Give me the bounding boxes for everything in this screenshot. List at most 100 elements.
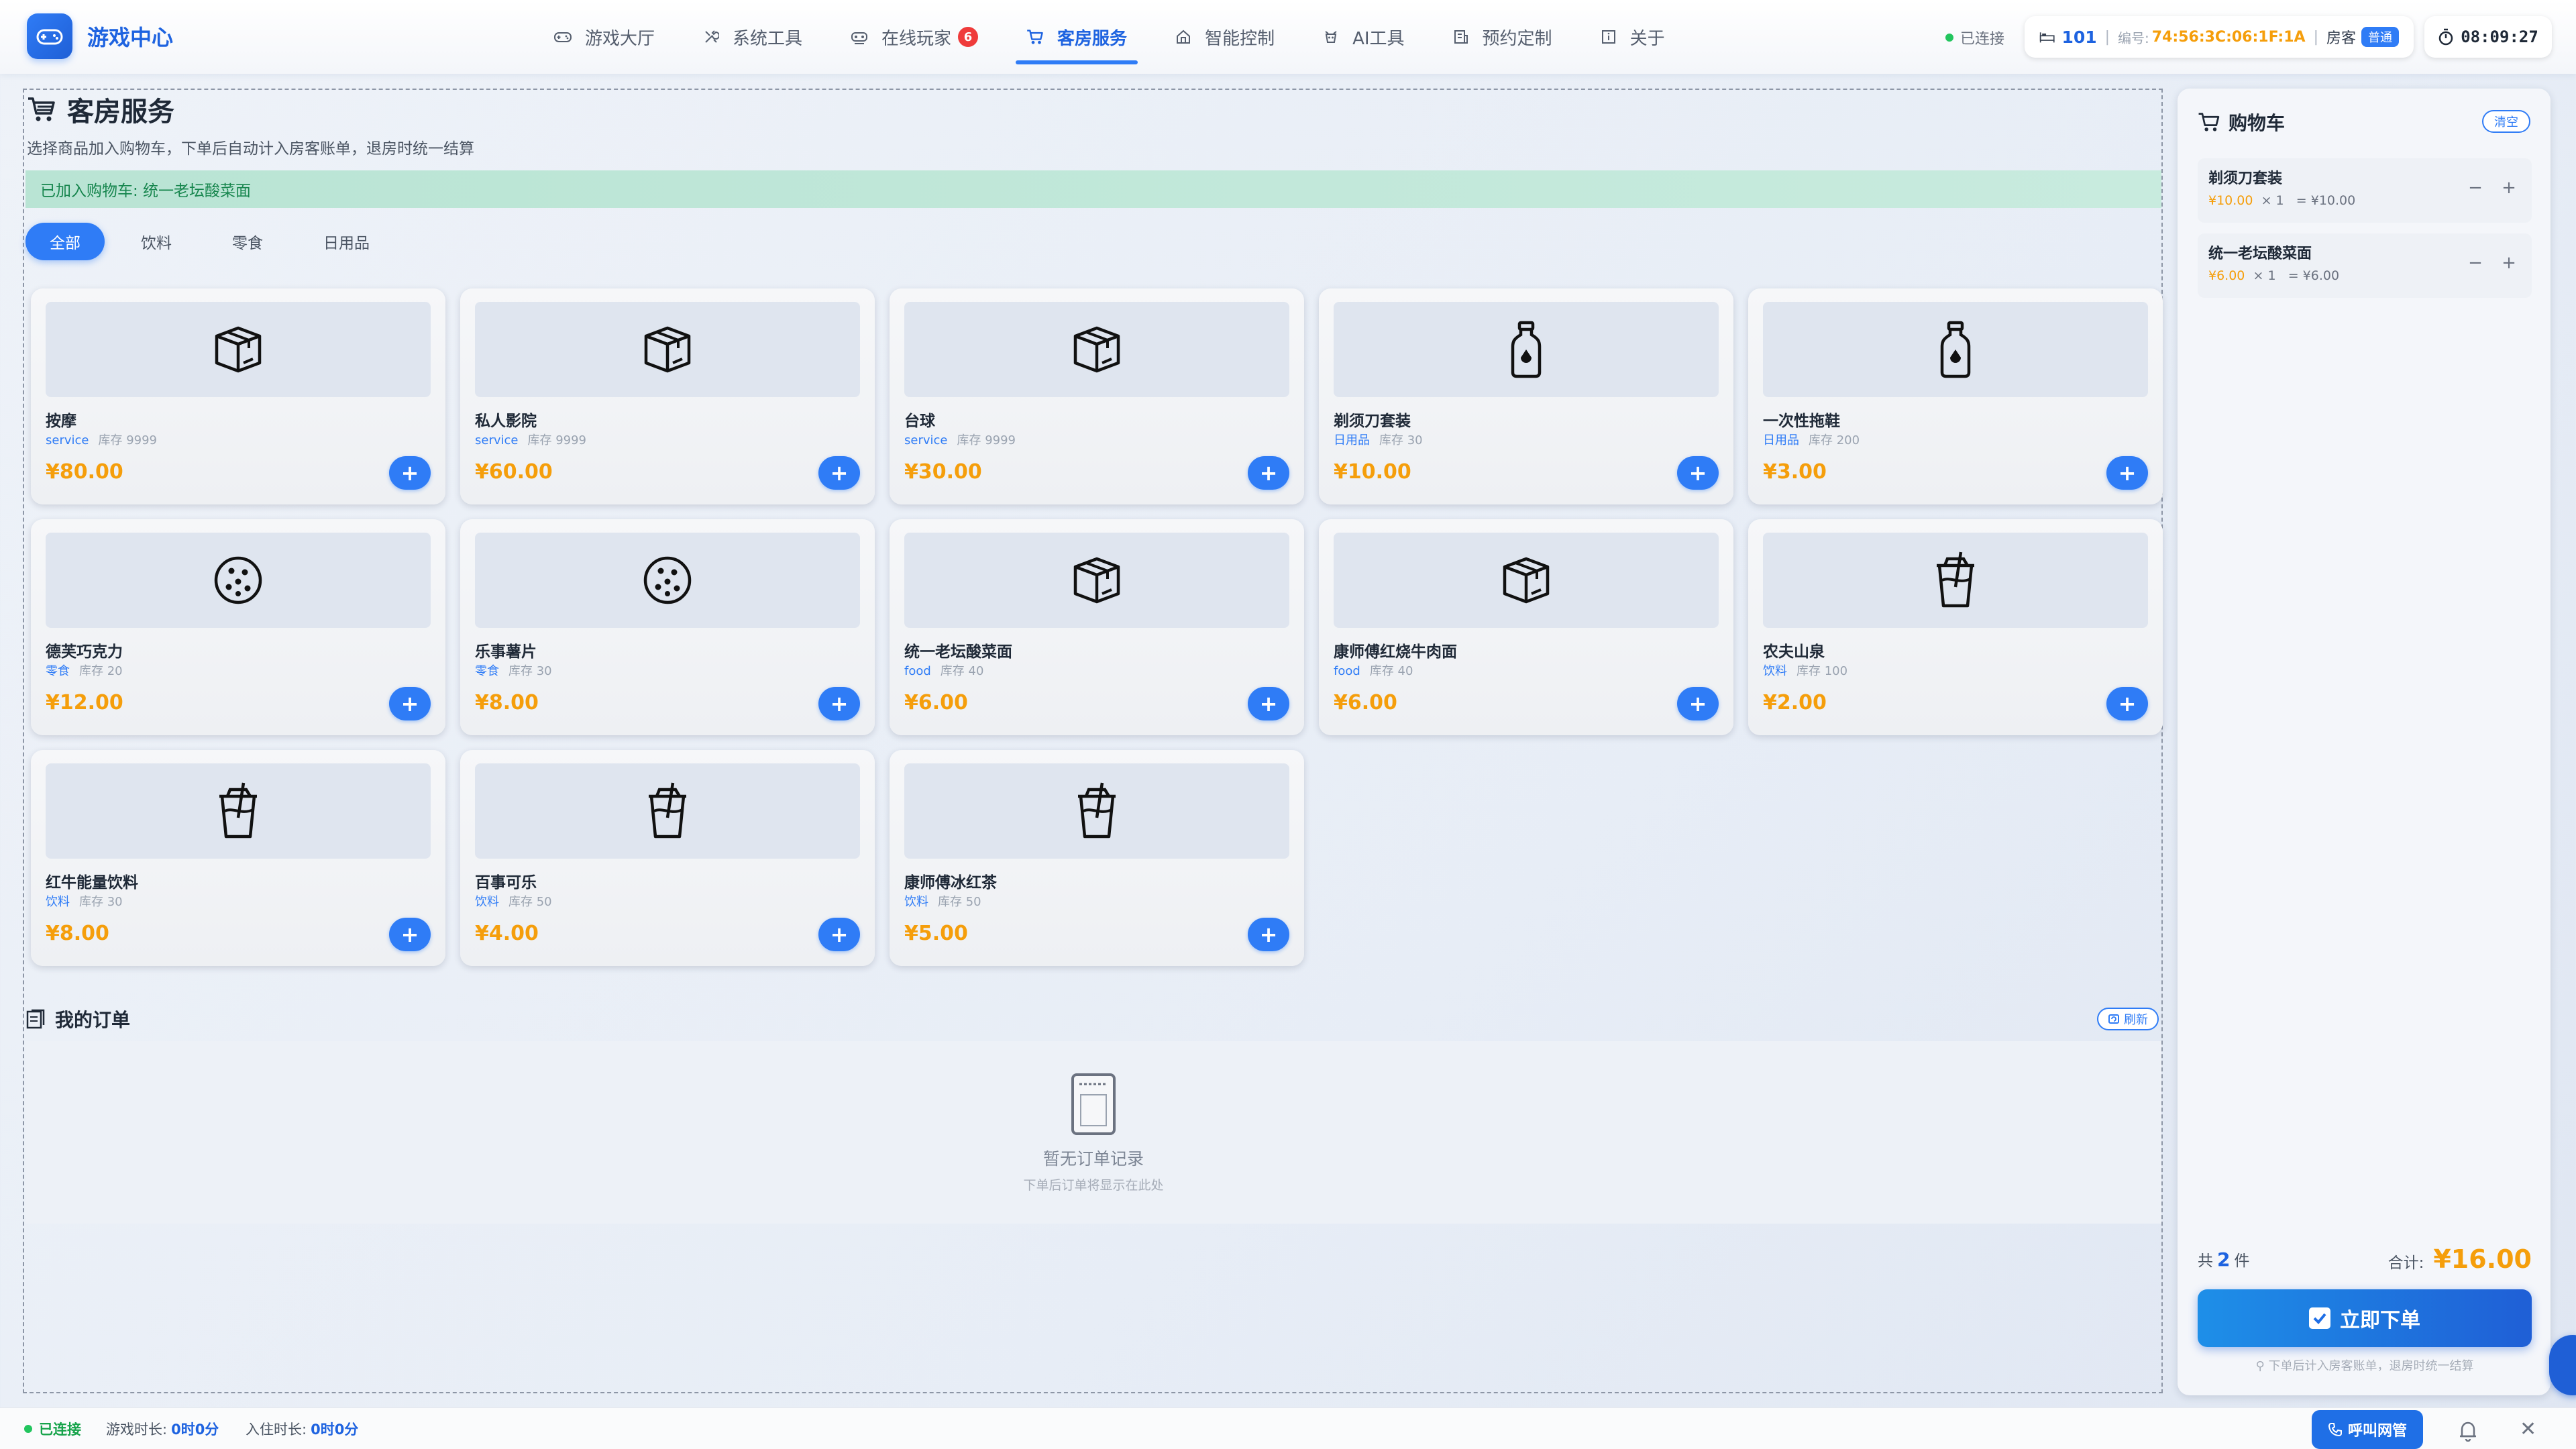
bell-icon[interactable] xyxy=(2458,1420,2478,1442)
product-name: 剃须刀套装 xyxy=(1334,413,1411,430)
product-meta: 饮料 库存 100 xyxy=(1763,661,1847,679)
add-to-cart-button[interactable]: + xyxy=(1248,687,1289,720)
product-stock: 库存 200 xyxy=(1809,433,1860,447)
quantity-stepper: − + xyxy=(2454,176,2521,200)
product-card[interactable]: 按摩 service 库存 9999 ¥80.00 + xyxy=(31,288,445,504)
page-header: 客房服务 选择商品加入购物车，下单后自动计入房客账单，退房时统一结算 xyxy=(27,90,474,158)
add-to-cart-button[interactable]: + xyxy=(1248,918,1289,951)
product-price: ¥8.00 xyxy=(46,922,109,945)
empty-orders-text: 暂无订单记录 xyxy=(1042,1148,1144,1169)
product-image xyxy=(904,763,1289,859)
product-card[interactable]: 台球 service 库存 9999 ¥30.00 + xyxy=(890,288,1304,504)
product-stock: 库存 20 xyxy=(79,664,123,678)
product-meta: service 库存 9999 xyxy=(46,431,157,448)
brand[interactable]: 游戏中心 xyxy=(27,13,173,59)
clock-time: 08:09:27 xyxy=(2461,28,2538,46)
add-to-cart-button[interactable]: + xyxy=(818,687,860,720)
nav-tab-2[interactable]: 在线玩家 6 xyxy=(826,0,1002,74)
nav-tab-7[interactable]: 关于 xyxy=(1576,0,1689,74)
nav-tab-1[interactable]: 系统工具 xyxy=(679,0,826,74)
total-label: 合计: xyxy=(2387,1254,2424,1272)
product-image xyxy=(46,533,431,628)
product-card[interactable]: 统一老坛酸菜面 food 库存 40 ¥6.00 + xyxy=(890,519,1304,735)
refresh-button[interactable]: 刷新 xyxy=(2097,1008,2159,1030)
product-price: ¥8.00 xyxy=(475,691,539,714)
page-title-text: 客房服务 xyxy=(67,97,174,127)
decrease-qty-button[interactable]: − xyxy=(2463,176,2487,200)
nav-tab-0[interactable]: 游戏大厅 xyxy=(530,0,679,74)
clear-cart-button[interactable]: 清空 xyxy=(2482,110,2530,133)
add-to-cart-button[interactable]: + xyxy=(818,918,860,951)
filter-chip-1[interactable]: 饮料 xyxy=(117,223,196,260)
product-card[interactable]: 农夫山泉 饮料 库存 100 ¥2.00 + xyxy=(1748,519,2163,735)
product-card[interactable]: 康师傅红烧牛肉面 food 库存 40 ¥6.00 + xyxy=(1319,519,1733,735)
product-card[interactable]: 剃须刀套装 日用品 库存 30 ¥10.00 + xyxy=(1319,288,1733,504)
main-nav: 游戏大厅 系统工具 在线玩家 6 客房服务 智能控制 AI工具 预约定制 关于 xyxy=(530,0,1689,74)
product-card[interactable]: 私人影院 service 库存 9999 ¥60.00 + xyxy=(460,288,875,504)
game-duration-label: 游戏时长: xyxy=(106,1421,168,1438)
refresh-label: 刷新 xyxy=(2124,1013,2148,1027)
nav-tab-6[interactable]: 预约定制 xyxy=(1429,0,1576,74)
nav-tab-5[interactable]: AI工具 xyxy=(1299,0,1428,74)
product-stock: 库存 40 xyxy=(1369,664,1413,678)
call-admin-button[interactable]: 呼叫网管 xyxy=(2312,1410,2423,1449)
nav-tab-3[interactable]: 客房服务 xyxy=(1002,0,1151,74)
orders-title: 我的订单 xyxy=(25,1006,130,1032)
cup-icon xyxy=(1930,551,1981,610)
increase-qty-button[interactable]: + xyxy=(2497,251,2521,275)
product-meta: service 库存 9999 xyxy=(904,431,1016,448)
increase-qty-button[interactable]: + xyxy=(2497,176,2521,200)
product-card[interactable]: 红牛能量饮料 饮料 库存 30 ¥8.00 + xyxy=(31,750,445,966)
cart-icon xyxy=(1026,29,1051,45)
total-value: ¥16.00 xyxy=(2433,1244,2532,1274)
category-filters: 全部 饮料 零食 日用品 xyxy=(25,223,406,260)
product-name: 乐事薯片 xyxy=(475,643,537,661)
product-stock: 库存 30 xyxy=(508,664,552,678)
product-meta: service 库存 9999 xyxy=(475,431,586,448)
decrease-qty-button[interactable]: − xyxy=(2463,251,2487,275)
add-to-cart-button[interactable]: + xyxy=(1677,687,1719,720)
product-card[interactable]: 乐事薯片 零食 库存 30 ¥8.00 + xyxy=(460,519,875,735)
product-price: ¥4.00 xyxy=(475,922,539,945)
filter-chip-2[interactable]: 零食 xyxy=(208,223,287,260)
add-to-cart-button[interactable]: + xyxy=(1677,456,1719,490)
product-price: ¥80.00 xyxy=(46,460,123,484)
nav-tab-label: 系统工具 xyxy=(733,28,803,49)
quantity-stepper: − + xyxy=(2454,251,2521,275)
product-name: 德芙巧克力 xyxy=(46,643,123,661)
info-icon xyxy=(1601,29,1623,45)
floating-assistant-button[interactable] xyxy=(2549,1335,2576,1395)
cart-note: ⚲ 下单后计入房客账单，退房时统一结算 xyxy=(2198,1356,2532,1374)
tools-icon xyxy=(703,29,726,45)
product-stock: 库存 50 xyxy=(508,895,552,909)
add-to-cart-button[interactable]: + xyxy=(2106,687,2148,720)
call-admin-label: 呼叫网管 xyxy=(2347,1423,2407,1440)
product-category: service xyxy=(46,433,89,447)
place-order-button[interactable]: 立即下单 xyxy=(2198,1289,2532,1347)
nav-tab-label: AI工具 xyxy=(1352,28,1405,49)
clock: 08:09:27 xyxy=(2424,16,2552,58)
product-price: ¥6.00 xyxy=(904,691,968,714)
stay-duration-label: 入住时长: xyxy=(246,1421,307,1438)
add-to-cart-button[interactable]: + xyxy=(389,687,431,720)
product-card[interactable]: 一次性拖鞋 日用品 库存 200 ¥3.00 + xyxy=(1748,288,2163,504)
add-to-cart-button[interactable]: + xyxy=(389,918,431,951)
filter-chip-3[interactable]: 日用品 xyxy=(299,223,394,260)
product-card[interactable]: 百事可乐 饮料 库存 50 ¥4.00 + xyxy=(460,750,875,966)
bottle-icon xyxy=(1934,320,1977,379)
receipt-icon xyxy=(1071,1073,1116,1135)
nav-tab-4[interactable]: 智能控制 xyxy=(1151,0,1299,74)
add-to-cart-button[interactable]: + xyxy=(818,456,860,490)
close-icon[interactable]: ✕ xyxy=(2520,1417,2536,1441)
bottom-connection: 已连接 xyxy=(24,1419,81,1439)
product-price: ¥60.00 xyxy=(475,460,553,484)
product-stock: 库存 9999 xyxy=(527,433,587,447)
add-to-cart-button[interactable]: + xyxy=(2106,456,2148,490)
product-image xyxy=(904,302,1289,397)
add-to-cart-button[interactable]: + xyxy=(389,456,431,490)
building-icon xyxy=(1453,29,1476,45)
product-card[interactable]: 康师傅冰红茶 饮料 库存 50 ¥5.00 + xyxy=(890,750,1304,966)
add-to-cart-button[interactable]: + xyxy=(1248,456,1289,490)
product-card[interactable]: 德芙巧克力 零食 库存 20 ¥12.00 + xyxy=(31,519,445,735)
filter-chip-0[interactable]: 全部 xyxy=(25,223,105,260)
